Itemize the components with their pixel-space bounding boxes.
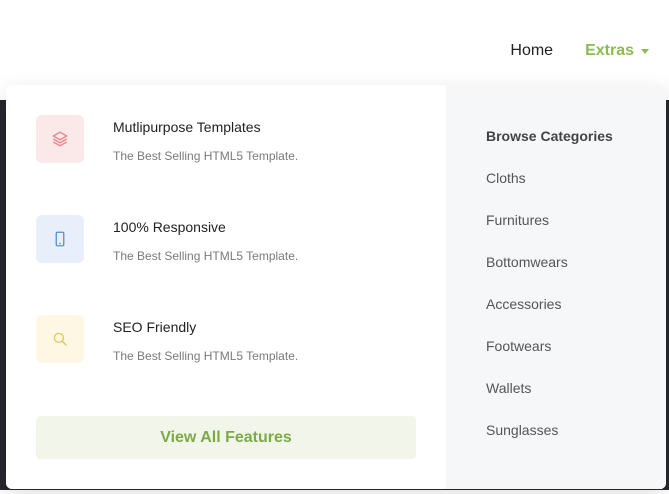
nav-item-extras[interactable]: Extras xyxy=(585,42,649,60)
feature-description: The Best Selling HTML5 Template. xyxy=(113,149,299,163)
category-link-wallets[interactable]: Wallets xyxy=(486,379,568,421)
mobile-phone-icon xyxy=(36,215,84,263)
category-link-furnitures[interactable]: Furnitures xyxy=(486,211,568,253)
view-all-features-button[interactable]: View All Features xyxy=(36,416,416,459)
feature-title: Mutlipurpose Templates xyxy=(113,119,261,135)
category-link-accessories[interactable]: Accessories xyxy=(486,295,568,337)
browse-categories-column: Browse Categories Cloths Furnitures Bott… xyxy=(446,85,666,489)
feature-description: The Best Selling HTML5 Template. xyxy=(113,249,299,263)
extras-mega-menu: Mutlipurpose Templates The Best Selling … xyxy=(6,85,666,489)
feature-description: The Best Selling HTML5 Template. xyxy=(113,349,299,363)
category-link-sunglasses[interactable]: Sunglasses xyxy=(486,421,568,463)
feature-item-multipurpose[interactable]: Mutlipurpose Templates The Best Selling … xyxy=(36,115,436,165)
feature-item-responsive[interactable]: 100% Responsive The Best Selling HTML5 T… xyxy=(36,215,436,265)
category-link-cloths[interactable]: Cloths xyxy=(486,169,568,211)
category-link-bottomwears[interactable]: Bottomwears xyxy=(486,253,568,295)
nav-item-extras-label: Extras xyxy=(585,42,634,59)
feature-title: 100% Responsive xyxy=(113,219,226,235)
categories-heading: Browse Categories xyxy=(486,128,613,144)
caret-down-icon xyxy=(641,49,649,54)
search-icon xyxy=(36,315,84,363)
nav-item-home-label: Home xyxy=(510,42,554,59)
feature-item-seo[interactable]: SEO Friendly The Best Selling HTML5 Temp… xyxy=(36,315,436,365)
categories-list: Cloths Furnitures Bottomwears Accessorie… xyxy=(486,169,568,463)
feature-title: SEO Friendly xyxy=(113,319,197,335)
layers-icon xyxy=(36,115,84,163)
nav-item-home[interactable]: Home xyxy=(510,42,553,60)
main-nav: Home Extras xyxy=(478,40,649,62)
page-bottom-strip xyxy=(0,490,669,494)
category-link-footwears[interactable]: Footwears xyxy=(486,337,568,379)
